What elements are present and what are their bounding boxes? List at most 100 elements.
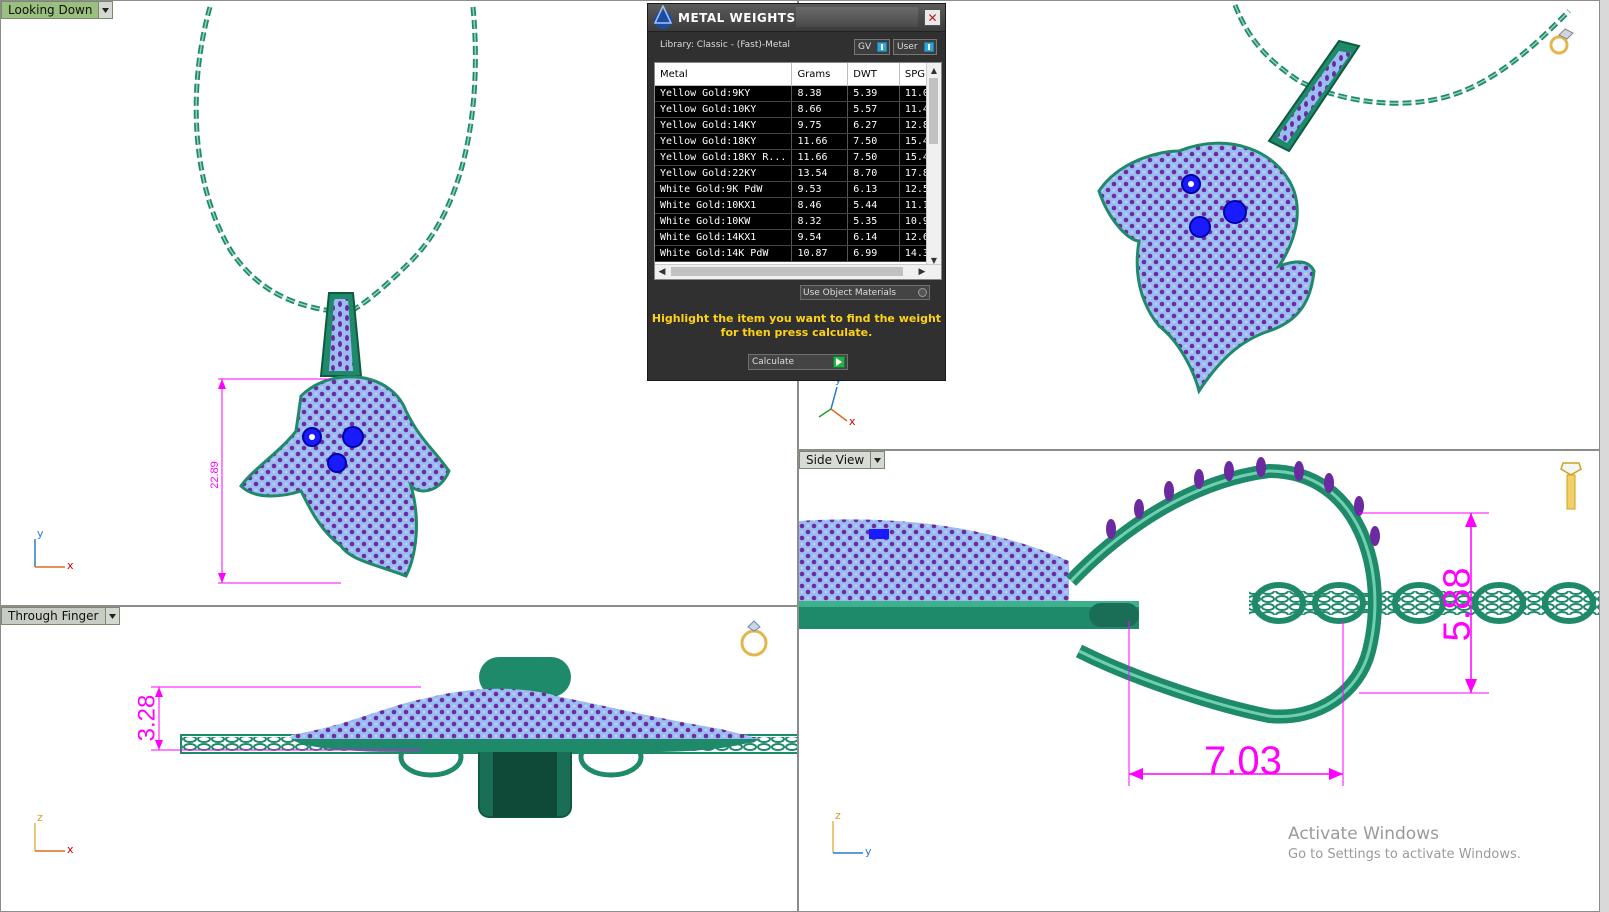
toggle-knob-icon <box>877 42 887 52</box>
cell-dwt: 8.70 <box>847 165 900 182</box>
axis-v-label: z <box>835 809 841 822</box>
cell-metal: White Gold:14KX1 <box>655 229 793 246</box>
table-row[interactable]: White Gold:14KX1 9.54 6.14 12.61 <box>655 229 941 246</box>
scroll-up-icon[interactable]: ▲ <box>927 63 941 77</box>
user-toggle-label: User <box>897 42 918 52</box>
instruction-line-1: Highlight the item you want to find the … <box>651 312 942 325</box>
scroll-thumb[interactable] <box>671 267 903 276</box>
calculate-label: Calculate <box>752 357 795 367</box>
activate-windows-watermark: Activate Windows Go to Settings to activ… <box>1288 824 1521 862</box>
axis-indicator: z x <box>31 811 81 861</box>
dimension-horizontal: 7.03 <box>1204 739 1282 783</box>
scroll-right-icon[interactable]: ▶ <box>915 265 929 279</box>
cell-grams: 8.66 <box>791 101 849 118</box>
table-row[interactable]: White Gold:14K PdW 10.87 6.99 14.37 <box>655 245 941 262</box>
chevron-down-icon[interactable] <box>98 2 113 18</box>
cell-dwt: 6.27 <box>847 117 900 134</box>
cell-metal: Yellow Gold:9KY <box>655 85 793 102</box>
cell-grams: 8.32 <box>791 213 849 230</box>
viewport-through-finger[interactable]: 3.28 Through Finger z x <box>0 606 798 912</box>
viewport-label-side-view[interactable]: Side View <box>799 451 886 469</box>
cell-dwt: 6.99 <box>847 245 900 262</box>
instruction-message: Highlight the item you want to find the … <box>648 312 945 340</box>
viewport-label-through-finger[interactable]: Through Finger <box>1 607 120 625</box>
axis-h-label: x <box>849 415 856 428</box>
cell-dwt: 7.50 <box>847 149 900 166</box>
table-row[interactable]: Yellow Gold:9KY 8.38 5.39 11.08 <box>655 85 941 102</box>
use-object-materials-label: Use Object Materials <box>803 287 897 298</box>
metal-weights-table[interactable]: Metal Grams DWT SPG Yellow Gold:9KY 8.38 5… <box>654 62 942 280</box>
cell-dwt: 5.57 <box>847 101 900 118</box>
gv-toggle-label: GV <box>858 42 872 52</box>
cell-dwt: 6.14 <box>847 229 900 246</box>
watermark-line-2: Go to Settings to activate Windows. <box>1288 847 1521 862</box>
cell-grams: 9.75 <box>791 117 849 134</box>
metal-weights-dialog[interactable]: METAL WEIGHTS ✕ Library: Classic - (Fast… <box>647 3 946 381</box>
axis-indicator: y x <box>31 527 81 575</box>
horizontal-scrollbar[interactable]: ◀ ▶ <box>655 264 941 279</box>
table-row[interactable]: Yellow Gold:14KY 9.75 6.27 12.88 <box>655 117 941 134</box>
calculate-button[interactable]: Calculate <box>748 354 848 370</box>
cell-dwt: 7.50 <box>847 133 900 150</box>
chevron-down-icon[interactable] <box>870 452 885 468</box>
cell-grams: 8.46 <box>791 197 849 214</box>
cell-dwt: 5.35 <box>847 213 900 230</box>
axis-h-label: x <box>67 559 74 572</box>
ring-view-icon[interactable] <box>1545 25 1579 63</box>
user-toggle[interactable]: User <box>893 39 937 55</box>
table-row[interactable]: Yellow Gold:18KY 11.66 7.50 15.41 <box>655 133 941 150</box>
cell-metal: White Gold:14K PdW <box>655 245 793 262</box>
dimension-depth: 3.28 <box>133 694 161 742</box>
dimension-vertical: 5.88 <box>1436 567 1479 642</box>
dimension-height: 22.89 <box>208 461 221 489</box>
close-icon[interactable]: ✕ <box>924 9 941 26</box>
cell-metal: Yellow Gold:22KY <box>655 165 793 182</box>
table-row[interactable]: Yellow Gold:10KY 8.66 5.57 11.45 <box>655 101 941 118</box>
viewport-label-looking-down[interactable]: Looking Down <box>1 1 114 19</box>
table-row[interactable]: White Gold:10KW 8.32 5.35 10.99 <box>655 213 941 230</box>
gem-view-icon[interactable] <box>1559 461 1583 517</box>
axis-h-label: x <box>67 843 74 856</box>
cell-metal: Yellow Gold:18KY <box>655 133 793 150</box>
scroll-thumb[interactable] <box>929 78 938 144</box>
cell-metal: Yellow Gold:14KY <box>655 117 793 134</box>
table-row[interactable]: Yellow Gold:18KY R... 11.66 7.50 15.41 <box>655 149 941 166</box>
axis-indicator: y x <box>813 373 863 430</box>
cell-grams: 11.66 <box>791 133 849 150</box>
instruction-line-2: for then press calculate. <box>720 326 873 339</box>
chevron-down-icon[interactable] <box>104 608 119 624</box>
cell-grams: 9.53 <box>791 181 849 198</box>
library-label: Library: Classic - (Fast)-Metal <box>660 40 791 50</box>
cell-dwt: 5.39 <box>847 85 900 102</box>
title-grip <box>796 7 918 27</box>
cell-grams: 8.38 <box>791 85 849 102</box>
cell-grams: 13.54 <box>791 165 849 182</box>
cell-dwt: 5.44 <box>847 197 900 214</box>
viewport-label-text: Through Finger <box>8 609 99 623</box>
radio-icon[interactable] <box>918 288 927 297</box>
cell-metal: Yellow Gold:10KY <box>655 101 793 118</box>
ring-view-icon[interactable] <box>737 619 771 663</box>
use-object-materials-toggle[interactable]: Use Object Materials <box>800 285 930 300</box>
column-header-grams[interactable]: Grams <box>791 63 849 86</box>
column-header-metal[interactable]: Metal <box>655 63 793 86</box>
scroll-left-icon[interactable]: ◀ <box>655 265 669 279</box>
axis-v-label: z <box>37 811 43 824</box>
cell-grams: 10.87 <box>791 245 849 262</box>
cell-dwt: 6.13 <box>847 181 900 198</box>
cell-metal: Yellow Gold:18KY R... <box>655 149 793 166</box>
cell-grams: 11.66 <box>791 149 849 166</box>
table-row[interactable]: White Gold:10KX1 8.46 5.44 11.18 <box>655 197 941 214</box>
app-logo-icon <box>650 4 676 33</box>
axis-v-label: y <box>37 527 44 540</box>
column-header-dwt[interactable]: DWT <box>847 63 900 86</box>
table-row[interactable]: White Gold:9K PdW 9.53 6.13 12.59 <box>655 181 941 198</box>
table-row[interactable]: Yellow Gold:22KY 13.54 8.70 17.89 <box>655 165 941 182</box>
cell-grams: 9.54 <box>791 229 849 246</box>
vertical-scrollbar[interactable]: ▲ ▼ <box>926 63 941 267</box>
watermark-line-1: Activate Windows <box>1288 824 1439 844</box>
dialog-title-bar[interactable]: METAL WEIGHTS ✕ <box>648 4 945 32</box>
gv-toggle[interactable]: GV <box>854 39 890 55</box>
viewport-label-text: Looking Down <box>8 3 93 17</box>
table-header-row: Metal Grams DWT SPG <box>655 63 941 86</box>
